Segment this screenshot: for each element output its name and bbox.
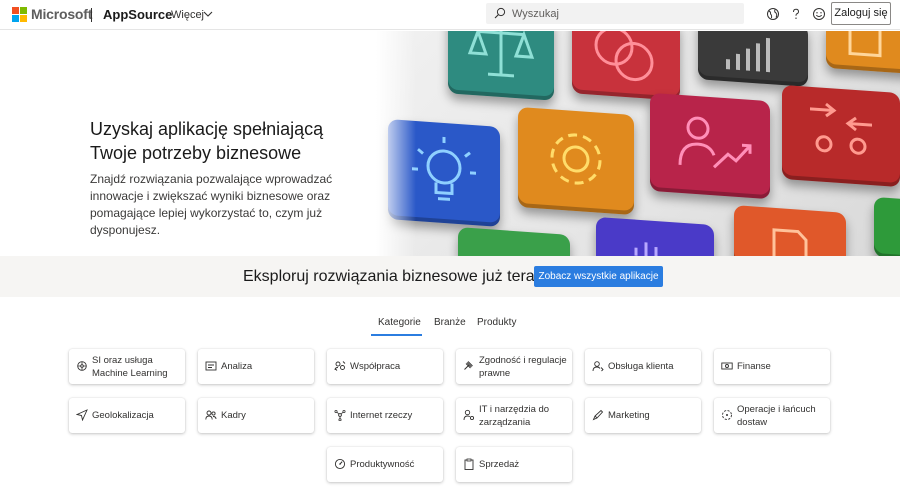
it-admin-icon bbox=[463, 409, 475, 421]
category-card-marketing[interactable]: Marketing bbox=[585, 398, 701, 433]
money-icon bbox=[721, 362, 733, 370]
analytics-icon bbox=[205, 361, 217, 371]
tile-document bbox=[826, 31, 900, 75]
gear-icon bbox=[550, 133, 602, 185]
see-all-apps-button[interactable]: Zobacz wszystkie aplikacje bbox=[534, 266, 663, 287]
tile-green-edge bbox=[874, 196, 900, 256]
logo-square-blue bbox=[12, 15, 19, 22]
category-label: Współpraca bbox=[350, 361, 401, 372]
category-label: SI oraz usługa Machine Learning bbox=[92, 354, 168, 379]
category-card-collaboration[interactable]: Współpraca bbox=[327, 349, 443, 384]
tile-person-growth bbox=[650, 92, 770, 200]
category-label: Operacje i łańcuch dostaw bbox=[737, 403, 816, 428]
category-card-geolocation[interactable]: Geolokalizacja bbox=[69, 398, 185, 433]
megaphone-icon bbox=[592, 409, 604, 421]
tab-products[interactable]: Produkty bbox=[477, 317, 516, 328]
category-label: Kadry bbox=[221, 410, 246, 421]
tile-chart bbox=[698, 31, 808, 87]
clipboard-icon bbox=[464, 458, 474, 470]
speedometer-icon bbox=[334, 458, 346, 470]
customer-service-icon bbox=[592, 361, 604, 372]
tile-gear bbox=[518, 106, 634, 216]
hero-banner: Uzyskaj aplikację spełniającą Twoje potr… bbox=[0, 31, 900, 256]
category-card-ai[interactable]: SI oraz usługa Machine Learning bbox=[69, 349, 185, 384]
sign-in-button[interactable]: Zaloguj się bbox=[831, 2, 891, 25]
explore-heading: Eksploruj rozwiązania biznesowe już tera… bbox=[243, 268, 543, 285]
category-label: Internet rzeczy bbox=[350, 410, 413, 421]
category-label: Sprzedaż bbox=[479, 459, 520, 470]
tile-purple-chart bbox=[596, 216, 714, 256]
category-label: Marketing bbox=[608, 410, 650, 421]
category-label: Geolokalizacja bbox=[92, 410, 154, 421]
active-tab-indicator bbox=[371, 334, 422, 336]
tile-orange-doc bbox=[734, 205, 846, 256]
logo-square-red bbox=[12, 7, 19, 14]
category-card-operations[interactable]: Operacje i łańcuch dostaw bbox=[714, 398, 830, 433]
appsource-home-link[interactable]: AppSource bbox=[103, 7, 172, 22]
tile-currency bbox=[572, 31, 680, 101]
category-label: Analiza bbox=[221, 361, 253, 372]
more-menu-label[interactable]: Więcej bbox=[171, 9, 204, 21]
document-icon bbox=[848, 31, 882, 58]
search-input[interactable] bbox=[512, 3, 737, 24]
tile-green bbox=[458, 227, 570, 256]
hero-image-app-tiles bbox=[376, 31, 900, 256]
operations-icon bbox=[722, 410, 732, 420]
feedback-smiley-icon[interactable] bbox=[812, 7, 826, 21]
category-card-compliance[interactable]: Zgodność i regulacje prawne bbox=[456, 349, 572, 384]
people-exchange-icon bbox=[810, 102, 872, 155]
logo-square-green bbox=[20, 7, 27, 14]
hero-title: Uzyskaj aplikację spełniającą Twoje potr… bbox=[90, 119, 324, 163]
category-label: Produktywność bbox=[350, 459, 415, 470]
top-navigation-bar: Microsoft AppSource Więcej Zaloguj się bbox=[0, 0, 900, 30]
logo-square-yellow bbox=[20, 15, 27, 22]
currency-icon bbox=[594, 31, 654, 82]
chevron-down-icon[interactable] bbox=[203, 9, 213, 19]
search-icon[interactable] bbox=[494, 7, 506, 19]
scales-icon bbox=[467, 31, 535, 78]
ai-brain-icon bbox=[77, 361, 87, 371]
tab-industries[interactable]: Branże bbox=[434, 317, 466, 328]
microsoft-wordmark[interactable]: Microsoft bbox=[31, 6, 92, 22]
tab-categories[interactable]: Kategorie bbox=[378, 317, 421, 328]
category-label: Finanse bbox=[737, 361, 771, 372]
hero-image-fade bbox=[376, 31, 416, 256]
category-card-iot[interactable]: Internet rzeczy bbox=[327, 398, 443, 433]
hero-description: Znajdź rozwiązania pozwalające wprowadza… bbox=[90, 172, 333, 237]
category-label: Obsługa klienta bbox=[608, 361, 674, 372]
iot-icon bbox=[334, 409, 346, 421]
document-icon bbox=[772, 228, 808, 256]
category-card-finance[interactable]: Finanse bbox=[714, 349, 830, 384]
microsoft-logo-icon[interactable] bbox=[12, 7, 27, 22]
category-card-hr[interactable]: Kadry bbox=[198, 398, 314, 433]
chart-icon bbox=[634, 242, 658, 256]
people-icon bbox=[205, 410, 217, 420]
tile-scales bbox=[448, 31, 554, 101]
globe-icon[interactable] bbox=[766, 7, 780, 21]
search-box[interactable] bbox=[486, 3, 744, 24]
location-arrow-icon bbox=[76, 409, 88, 421]
person-growth-icon bbox=[678, 116, 752, 169]
category-label: IT i narzędzia do zarządzania bbox=[479, 403, 550, 428]
category-label: Zgodność i regulacje prawne bbox=[479, 354, 567, 379]
header-divider bbox=[91, 8, 92, 22]
category-card-it-management[interactable]: IT i narzędzia do zarządzania bbox=[456, 398, 572, 433]
collaboration-icon bbox=[334, 361, 346, 371]
bar-chart-icon bbox=[726, 37, 770, 73]
category-card-analytics[interactable]: Analiza bbox=[198, 349, 314, 384]
category-card-sales[interactable]: Sprzedaż bbox=[456, 447, 572, 482]
category-card-productivity[interactable]: Produktywność bbox=[327, 447, 443, 482]
tile-people-exchange bbox=[782, 84, 900, 188]
help-icon[interactable] bbox=[789, 7, 803, 21]
gavel-icon bbox=[464, 361, 473, 370]
category-card-customer-service[interactable]: Obsługa klienta bbox=[585, 349, 701, 384]
